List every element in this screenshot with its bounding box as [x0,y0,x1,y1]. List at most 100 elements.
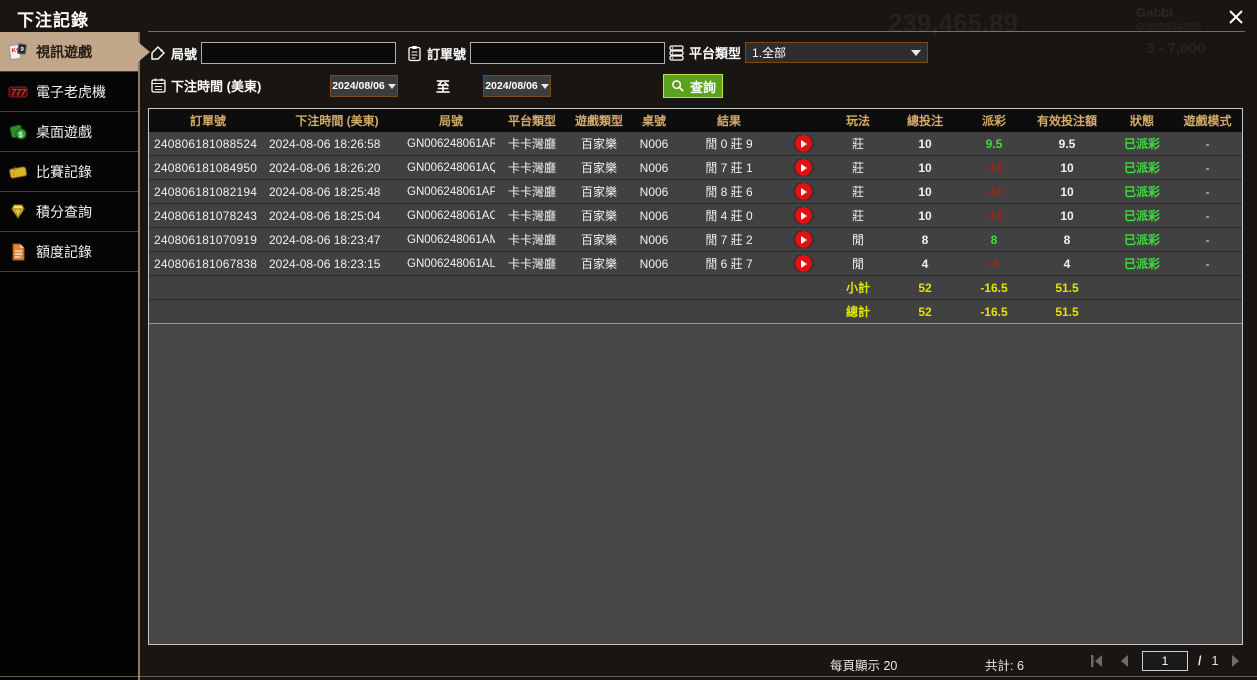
bet-time-label: 下注時間 (美東) [171,79,262,94]
date-to-select[interactable]: 2024/08/06 [483,75,551,97]
order-no-input[interactable] [470,42,666,64]
replay-play-button[interactable] [794,207,812,224]
cell-round-no: GN006248061AO [407,209,495,222]
svg-text:777: 777 [11,87,27,97]
col-header-platform: 平台類型 [507,114,556,128]
cell-replay [779,231,827,248]
tag-icon [150,45,167,62]
cell-game-type: 百家樂 [580,209,617,223]
cell-game-mode: - [1205,160,1210,175]
replay-play-button[interactable] [794,231,812,248]
cell-game-type: 百家樂 [580,257,617,271]
cell-platform: 卡卡灣廳 [507,209,556,223]
grand-total-valid-bet: 51.5 [1055,304,1079,319]
replay-play-button[interactable] [794,135,812,152]
cell-valid-bet: 10 [1060,208,1074,223]
cell-order-no: 240806181088524 [154,136,258,151]
replay-play-button[interactable] [794,255,812,272]
cell-game-mode: - [1205,136,1210,151]
cell-status: 已派彩 [1123,185,1160,199]
cell-bet-time: 2024-08-06 18:25:04 [269,208,381,223]
col-header-status: 狀態 [1129,114,1154,128]
cell-result: 閒 8 莊 6 [705,185,753,199]
background-bleed-player: Gabbi [1136,5,1173,20]
sidebar-item-label: 積分查詢 [36,203,92,220]
cell-order-no: 240806181070919 [154,232,258,247]
close-button[interactable] [1224,6,1248,28]
cell-result: 閒 7 莊 1 [705,161,753,175]
page-number-input[interactable] [1142,651,1188,671]
subtotal-total-bet: 52 [918,280,932,295]
prev-page-button[interactable] [1116,654,1132,668]
cell-status: 已派彩 [1123,161,1160,175]
cell-table-no: N006 [639,160,669,175]
col-header-order-no: 訂單號 [189,114,226,128]
cell-replay [779,183,827,200]
page-title: 下注記錄 [17,11,89,30]
sidebar-item-slots[interactable]: 777 電子老虎機 [0,72,138,112]
cell-platform: 卡卡灣廳 [507,137,556,151]
order-no-label: 訂單號 [427,46,467,62]
close-icon [1229,10,1243,24]
table-row: 240806181067838 2024-08-06 18:23:15 GN00… [149,252,1242,276]
col-header-round-no: 局號 [438,114,463,128]
cell-order-no: 240806181078243 [154,208,258,223]
col-header-valid-bet: 有效投注額 [1036,114,1097,128]
cell-payout: -10 [985,208,1003,223]
search-button[interactable]: 查詢 [663,74,723,98]
platform-type-icon [668,44,685,61]
round-no-input[interactable] [201,42,397,64]
replay-play-button[interactable] [794,183,812,200]
col-header-game-type: 遊戲類型 [574,114,623,128]
document-icon [8,242,28,262]
per-page-label: 每頁顯示 20 [830,659,898,673]
next-page-button[interactable] [1228,654,1244,668]
col-header-game-mode: 遊戲模式 [1183,114,1232,128]
cell-table-no: N006 [639,184,669,199]
ticket-icon [8,162,28,182]
pagination-bar: 每頁顯示 20 共計: 6 / 1 [140,645,1257,680]
table-row: 240806181082194 2024-08-06 18:25:48 GN00… [149,180,1242,204]
cell-bet-time: 2024-08-06 18:26:58 [269,136,381,151]
sidebar-item-video-games[interactable]: K♥ 9 視訊遊戲 [0,32,138,72]
grand-total-row: 總計 52 -16.5 51.5 [149,300,1242,324]
cell-play-method: 閒 [851,257,864,271]
cell-replay [779,159,827,176]
cell-valid-bet: 9.5 [1058,136,1076,151]
table-header-row: 訂單號 下注時間 (美東) 局號 平台類型 遊戲類型 桌號 結果 玩法 總投注 … [149,109,1242,132]
grand-total-label: 總計 [845,305,870,319]
sidebar-item-label: 比賽記錄 [36,163,92,180]
cell-total-bet: 4 [921,256,929,271]
first-page-button[interactable] [1090,654,1106,668]
col-header-payout: 派彩 [981,114,1006,128]
filter-bar: 局號 訂單號 平台類型 1.全部 下注時間 (美東) 2024/08/06 至 … [140,32,1257,108]
page-navigation: / 1 [1090,651,1257,671]
col-header-table-no: 桌號 [641,114,666,128]
sidebar-item-points-query[interactable]: 積分查詢 [0,192,138,232]
cell-status: 已派彩 [1123,257,1160,271]
sidebar-item-table-games[interactable]: $ 桌面遊戲 [0,112,138,152]
sidebar-item-credit-records[interactable]: 額度記錄 [0,232,138,272]
replay-play-button[interactable] [794,159,812,176]
platform-type-label: 平台類型 [689,46,742,61]
cell-valid-bet: 10 [1060,184,1074,199]
subtotal-valid-bet: 51.5 [1055,280,1079,295]
cell-order-no: 240806181082194 [154,184,258,199]
sidebar-item-label: 桌面遊戲 [36,123,92,140]
cell-order-no: 240806181084950 [154,160,258,175]
platform-type-value: 1.全部 [752,46,787,60]
round-no-label: 局號 [171,46,198,62]
cell-result: 閒 7 莊 2 [705,233,753,247]
sidebar-item-match-records[interactable]: 比賽記錄 [0,152,138,192]
col-header-total-bet: 總投注 [906,114,943,128]
cell-table-no: N006 [639,208,669,223]
table-row: 240806181078243 2024-08-06 18:25:04 GN00… [149,204,1242,228]
cell-round-no: GN006248061AM [407,233,495,246]
cell-table-no: N006 [639,256,669,271]
date-to-label: 至 [436,79,450,95]
cell-game-mode: - [1205,208,1210,223]
cell-platform: 卡卡灣廳 [507,161,556,175]
cell-round-no: GN006248061AL [407,257,495,270]
platform-type-select[interactable]: 1.全部 [745,42,929,63]
date-from-select[interactable]: 2024/08/06 [330,75,398,97]
